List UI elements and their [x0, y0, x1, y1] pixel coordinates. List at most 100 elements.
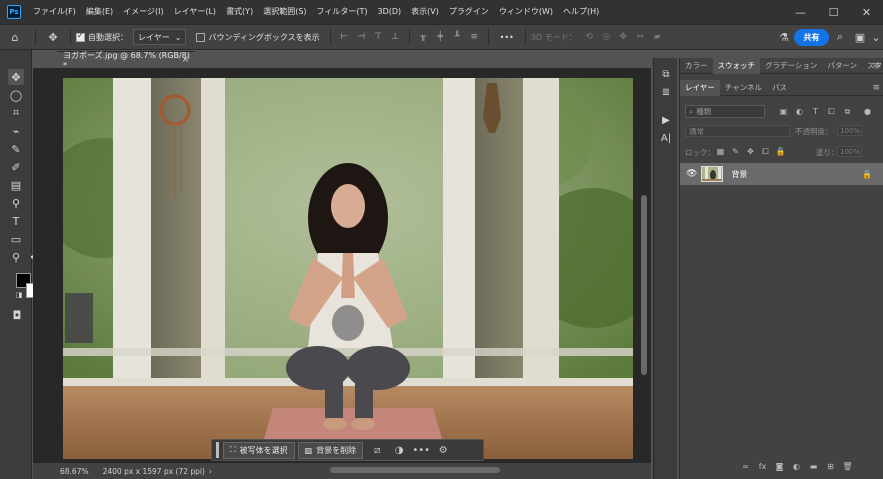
vertical-scrollbar[interactable]: [641, 195, 647, 375]
home-icon[interactable]: ⌂: [0, 27, 30, 47]
menu-edit[interactable]: 編集(E): [81, 0, 118, 24]
opacity-field[interactable]: 100%: [837, 125, 862, 136]
zoom-level[interactable]: 68.67%: [60, 467, 89, 476]
new-adjustment-icon[interactable]: ◐: [791, 461, 802, 472]
gradient-tool-icon[interactable]: ▤: [8, 177, 24, 193]
crop-tool-icon[interactable]: ⌗: [8, 105, 24, 121]
transform-icon[interactable]: ⧄: [366, 445, 388, 456]
filter-smart-object-icon[interactable]: ⧉: [842, 106, 853, 117]
tab-swatches[interactable]: スウォッチ: [712, 57, 760, 74]
3d-roll-icon[interactable]: ◎: [600, 31, 613, 44]
menu-filter[interactable]: フィルター(T): [312, 0, 373, 24]
link-layers-icon[interactable]: ∞: [740, 461, 751, 472]
tab-gradients[interactable]: グラデーション: [760, 58, 822, 74]
blend-mode-dropdown[interactable]: 通常: [685, 125, 790, 137]
chevron-down-icon[interactable]: ⌄: [869, 27, 883, 47]
filter-shape-icon[interactable]: ⧠: [826, 106, 837, 117]
new-group-icon[interactable]: ▬: [808, 461, 819, 472]
default-colors-icon[interactable]: ◨: [14, 290, 24, 300]
more-options-button[interactable]: •••: [500, 33, 514, 42]
properties-panel-icon[interactable]: ≣: [658, 84, 674, 100]
type-tool-icon[interactable]: T: [8, 213, 24, 229]
filter-toggle-icon[interactable]: ●: [862, 106, 873, 117]
dodge-tool-icon[interactable]: ⚲: [8, 195, 24, 211]
select-subject-button[interactable]: ⛶ 被写体を選択: [223, 441, 295, 459]
distribute-icon[interactable]: ⊥: [389, 31, 402, 44]
chevron-right-icon[interactable]: ›: [209, 467, 212, 476]
tab-layers[interactable]: レイヤー: [680, 79, 720, 96]
canvas-area[interactable]: [33, 68, 651, 463]
3d-camera-icon[interactable]: ▰: [651, 31, 664, 44]
filter-pixel-icon[interactable]: ▣: [778, 106, 789, 117]
align-left-icon[interactable]: ⊢: [338, 31, 351, 44]
character-panel-icon[interactable]: A|: [658, 130, 674, 146]
search-icon[interactable]: ⌕: [829, 27, 851, 47]
menu-plugins[interactable]: プラグイン: [444, 0, 494, 24]
move-tool-preset-icon[interactable]: ✥: [41, 27, 65, 47]
close-window-button[interactable]: ✕: [850, 0, 883, 24]
filter-type-icon[interactable]: T: [810, 106, 821, 117]
filter-adjustment-icon[interactable]: ◐: [794, 106, 805, 117]
panel-menu-icon[interactable]: ≡: [872, 83, 880, 93]
new-layer-icon[interactable]: ⊞: [825, 461, 836, 472]
tab-color[interactable]: カラー: [680, 58, 713, 74]
add-mask-icon[interactable]: ◙: [774, 461, 785, 472]
lock-transparent-icon[interactable]: ▦: [715, 146, 726, 157]
zoom-tool-icon[interactable]: ⚲: [8, 249, 24, 265]
menu-type[interactable]: 書式(Y): [221, 0, 258, 24]
flask-icon[interactable]: ⚗: [774, 27, 794, 47]
eye-icon[interactable]: 👁: [686, 169, 697, 179]
adjustment-icon[interactable]: ◑: [388, 445, 410, 456]
share-button[interactable]: 共有: [794, 28, 829, 46]
drag-handle[interactable]: [216, 442, 219, 458]
history-panel-icon[interactable]: ⧉: [658, 66, 674, 82]
horizontal-scrollbar[interactable]: [330, 467, 500, 473]
menu-file[interactable]: ファイル(F): [28, 0, 81, 24]
layer-name[interactable]: 背景: [731, 169, 747, 180]
3d-orbit-icon[interactable]: ⟲: [583, 31, 596, 44]
3d-slide-icon[interactable]: ⇔: [634, 31, 647, 44]
menu-view[interactable]: 表示(V): [406, 0, 444, 24]
brush-tool-icon[interactable]: ✎: [8, 141, 24, 157]
lock-position-icon[interactable]: ✥: [745, 146, 756, 157]
maximize-button[interactable]: ☐: [817, 0, 850, 24]
settings-sliders-icon[interactable]: ⚙: [432, 445, 454, 456]
align-top-icon[interactable]: ╥: [417, 31, 430, 44]
eyedropper-icon[interactable]: ⌁: [8, 123, 24, 139]
menu-image[interactable]: イメージ(I): [118, 0, 168, 24]
bounding-box-checkbox[interactable]: [196, 32, 206, 42]
history-brush-icon[interactable]: ✐: [8, 159, 24, 175]
menu-3d[interactable]: 3D(D): [373, 0, 407, 24]
menu-layer[interactable]: レイヤー(L): [169, 0, 221, 24]
document-info[interactable]: 2400 px x 1597 px (72 ppi): [103, 467, 205, 476]
close-tab-icon[interactable]: ×: [181, 55, 189, 65]
3d-pan-icon[interactable]: ✥: [617, 31, 630, 44]
document-tab[interactable]: ヨガポーズ.jpg @ 68.7% (RGB/8) * ×: [57, 51, 195, 70]
actions-play-icon[interactable]: ▶: [658, 112, 674, 128]
auto-select-checkbox[interactable]: [76, 31, 85, 42]
tab-channels[interactable]: チャンネル: [720, 80, 767, 96]
delete-layer-icon[interactable]: 🗑: [842, 461, 853, 472]
document-canvas-image[interactable]: [63, 78, 633, 459]
panel-menu-icon[interactable]: ≡: [872, 61, 880, 71]
rectangle-tool-icon[interactable]: ▭: [8, 231, 24, 247]
lock-image-icon[interactable]: ✎: [730, 146, 741, 157]
fill-field[interactable]: 100%: [837, 146, 862, 157]
menu-help[interactable]: ヘルプ(H): [558, 0, 604, 24]
lock-artboard-icon[interactable]: ⧠: [760, 146, 771, 157]
align-right-icon[interactable]: ⊤: [372, 31, 385, 44]
auto-select-target-dropdown[interactable]: レイヤー ⌄: [133, 29, 187, 45]
fx-icon[interactable]: fx: [757, 461, 768, 472]
distribute-vertical-icon[interactable]: ≡: [468, 31, 481, 44]
layer-row[interactable]: 👁 背景 🔒: [680, 163, 883, 185]
align-center-icon[interactable]: ⊣: [355, 31, 368, 44]
menu-select[interactable]: 選択範囲(S): [258, 0, 311, 24]
remove-background-button[interactable]: ▨ 背景を削除: [297, 441, 364, 459]
tab-patterns[interactable]: パターン: [822, 58, 862, 74]
minimize-button[interactable]: —: [784, 0, 817, 24]
tab-paths[interactable]: パス: [767, 80, 792, 96]
lasso-tool-icon[interactable]: ◯: [8, 87, 24, 103]
quick-mask-icon[interactable]: ◘: [9, 307, 25, 323]
move-tool-icon[interactable]: ✥: [8, 69, 24, 85]
lock-all-icon[interactable]: 🔒: [775, 146, 786, 157]
